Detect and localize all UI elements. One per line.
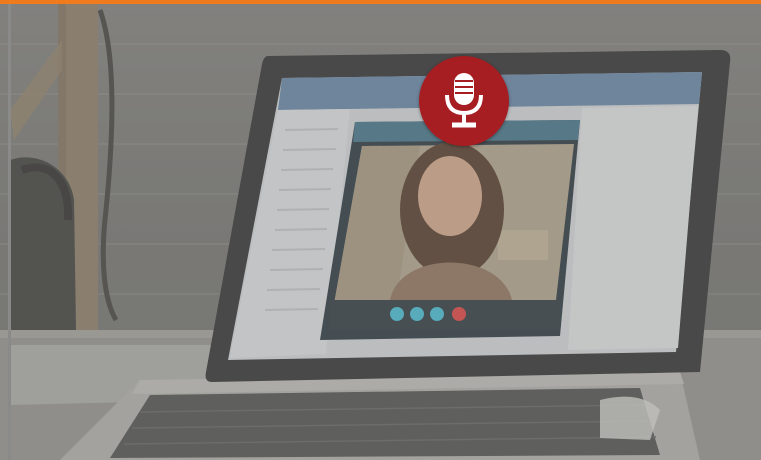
hanging-cable <box>97 9 119 322</box>
microphone-button[interactable] <box>419 56 509 146</box>
orange-top-bar <box>0 0 761 4</box>
white-object <box>600 396 660 440</box>
photo-frame <box>0 0 761 460</box>
person-face <box>418 156 482 236</box>
scene <box>0 4 761 460</box>
call-control-blue-1 <box>390 307 404 321</box>
left-edge-rule <box>8 4 11 460</box>
microphone-icon <box>445 73 483 128</box>
end-call-red <box>452 307 466 321</box>
call-control-blue-2 <box>410 307 424 321</box>
call-control-blue-3 <box>430 307 444 321</box>
laptop-keyboard <box>110 388 660 458</box>
